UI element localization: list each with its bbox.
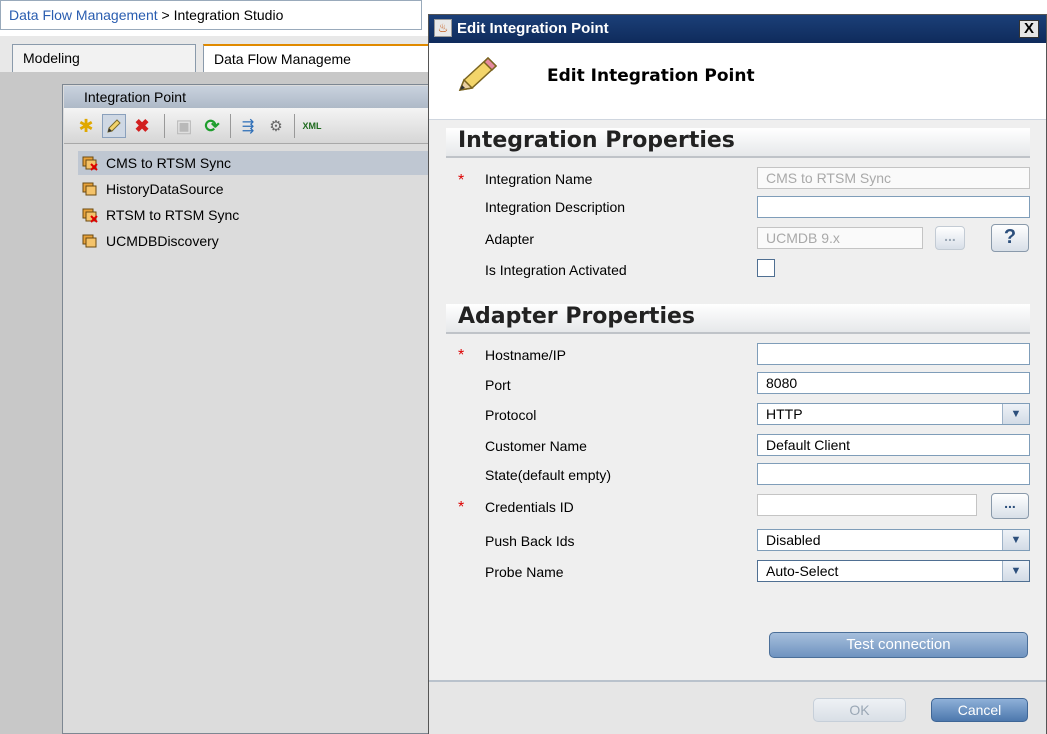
integration-error-icon bbox=[82, 208, 98, 223]
credentials-id-label: Credentials ID bbox=[485, 499, 574, 515]
tab-data-flow-management[interactable]: Data Flow Manageme bbox=[203, 44, 433, 72]
dialog-title: Edit Integration Point bbox=[457, 20, 609, 37]
protocol-select-value: HTTP bbox=[766, 406, 803, 422]
push-back-ids-select[interactable]: Disabled ▼ bbox=[757, 529, 1030, 551]
help-button[interactable]: ? bbox=[991, 224, 1029, 252]
toolbar-separator bbox=[164, 114, 165, 138]
port-field[interactable]: 8080 bbox=[757, 372, 1030, 394]
java-app-icon: ♨ bbox=[434, 19, 452, 37]
integration-point-toolbar: ✱ ✖ ▣ ⟳ ⇶ ⚙ XML bbox=[64, 108, 432, 144]
required-marker: * bbox=[458, 172, 465, 189]
toolbar-separator bbox=[294, 114, 295, 138]
integration-point-header: Integration Point bbox=[64, 86, 432, 108]
probe-name-select[interactable]: Auto-Select ▼ bbox=[757, 560, 1030, 582]
integration-description-field[interactable] bbox=[757, 196, 1030, 218]
xml-icon[interactable]: XML bbox=[300, 114, 324, 138]
protocol-select[interactable]: HTTP ▼ bbox=[757, 403, 1030, 425]
dialog-titlebar[interactable]: Edit Integration Point bbox=[429, 15, 1046, 43]
integration-activated-label: Is Integration Activated bbox=[485, 262, 627, 278]
chevron-down-icon[interactable]: ▼ bbox=[1002, 561, 1029, 581]
integration-error-icon bbox=[82, 156, 98, 171]
ok-button[interactable]: OK bbox=[813, 698, 906, 722]
customer-name-field[interactable]: Default Client bbox=[757, 434, 1030, 456]
adapter-label: Adapter bbox=[485, 231, 535, 247]
adapter-browse-button[interactable]: ... bbox=[935, 226, 965, 250]
credentials-id-field[interactable] bbox=[757, 494, 977, 516]
save-icon[interactable]: ▣ bbox=[172, 114, 196, 138]
probe-name-select-value: Auto-Select bbox=[766, 563, 839, 579]
toolbar-separator bbox=[230, 114, 231, 138]
integration-icon bbox=[82, 234, 97, 248]
list-item-label: CMS to RTSM Sync bbox=[106, 155, 231, 171]
breadcrumb-link-data-flow-management[interactable]: Data Flow Management bbox=[9, 7, 158, 23]
list-item-label: HistoryDataSource bbox=[106, 181, 224, 197]
breadcrumb-separator: > bbox=[157, 7, 174, 23]
refresh-icon[interactable]: ⟳ bbox=[200, 114, 224, 138]
integration-activated-checkbox[interactable] bbox=[757, 259, 775, 277]
list-item[interactable]: CMS to RTSM Sync bbox=[78, 151, 430, 175]
cancel-button[interactable]: Cancel bbox=[931, 698, 1028, 722]
edit-icon[interactable] bbox=[102, 114, 126, 138]
delete-icon[interactable]: ✖ bbox=[130, 114, 154, 138]
list-item[interactable]: HistoryDataSource bbox=[78, 177, 430, 201]
list-item-label: UCMDBDiscovery bbox=[106, 233, 219, 249]
integration-icon bbox=[82, 182, 97, 196]
test-connection-button[interactable]: Test connection bbox=[769, 632, 1028, 658]
required-marker: * bbox=[458, 499, 465, 516]
tab-modeling[interactable]: Modeling bbox=[12, 44, 196, 72]
hostname-label: Hostname/IP bbox=[485, 347, 566, 363]
push-back-ids-label: Push Back Ids bbox=[485, 533, 575, 549]
hostname-field[interactable] bbox=[757, 343, 1030, 365]
module-tabs: Modeling Data Flow Manageme bbox=[0, 36, 433, 72]
breadcrumb-current: Integration Studio bbox=[173, 7, 284, 23]
integration-name-field[interactable]: CMS to RTSM Sync bbox=[757, 167, 1030, 189]
run-sync-icon[interactable]: ⇶ bbox=[236, 114, 260, 138]
section-integration-properties: Integration Properties bbox=[446, 128, 1030, 158]
section-adapter-properties: Adapter Properties bbox=[446, 304, 1030, 334]
close-button[interactable]: X bbox=[1019, 20, 1039, 38]
list-item[interactable]: UCMDBDiscovery bbox=[78, 229, 430, 253]
properties-icon[interactable]: ⚙ bbox=[264, 114, 288, 138]
chevron-down-icon[interactable]: ▼ bbox=[1002, 404, 1029, 424]
credentials-browse-button[interactable]: ... bbox=[991, 493, 1029, 519]
list-item-label: RTSM to RTSM Sync bbox=[106, 207, 240, 223]
integration-description-label: Integration Description bbox=[485, 199, 626, 215]
protocol-label: Protocol bbox=[485, 407, 537, 423]
pencil-icon bbox=[458, 56, 498, 91]
port-label: Port bbox=[485, 377, 511, 393]
new-icon[interactable]: ✱ bbox=[74, 114, 98, 138]
push-back-ids-select-value: Disabled bbox=[766, 532, 821, 548]
integration-name-label: Integration Name bbox=[485, 171, 593, 187]
state-field[interactable] bbox=[757, 463, 1030, 485]
list-item[interactable]: RTSM to RTSM Sync bbox=[78, 203, 430, 227]
adapter-field[interactable]: UCMDB 9.x bbox=[757, 227, 923, 249]
required-marker: * bbox=[458, 347, 465, 364]
customer-name-label: Customer Name bbox=[485, 438, 587, 454]
state-label: State(default empty) bbox=[485, 467, 612, 483]
probe-name-label: Probe Name bbox=[485, 564, 564, 580]
chevron-down-icon[interactable]: ▼ bbox=[1002, 530, 1029, 550]
breadcrumb: Data Flow Management > Integration Studi… bbox=[0, 0, 422, 30]
dialog-header-title: Edit Integration Point bbox=[547, 66, 755, 86]
